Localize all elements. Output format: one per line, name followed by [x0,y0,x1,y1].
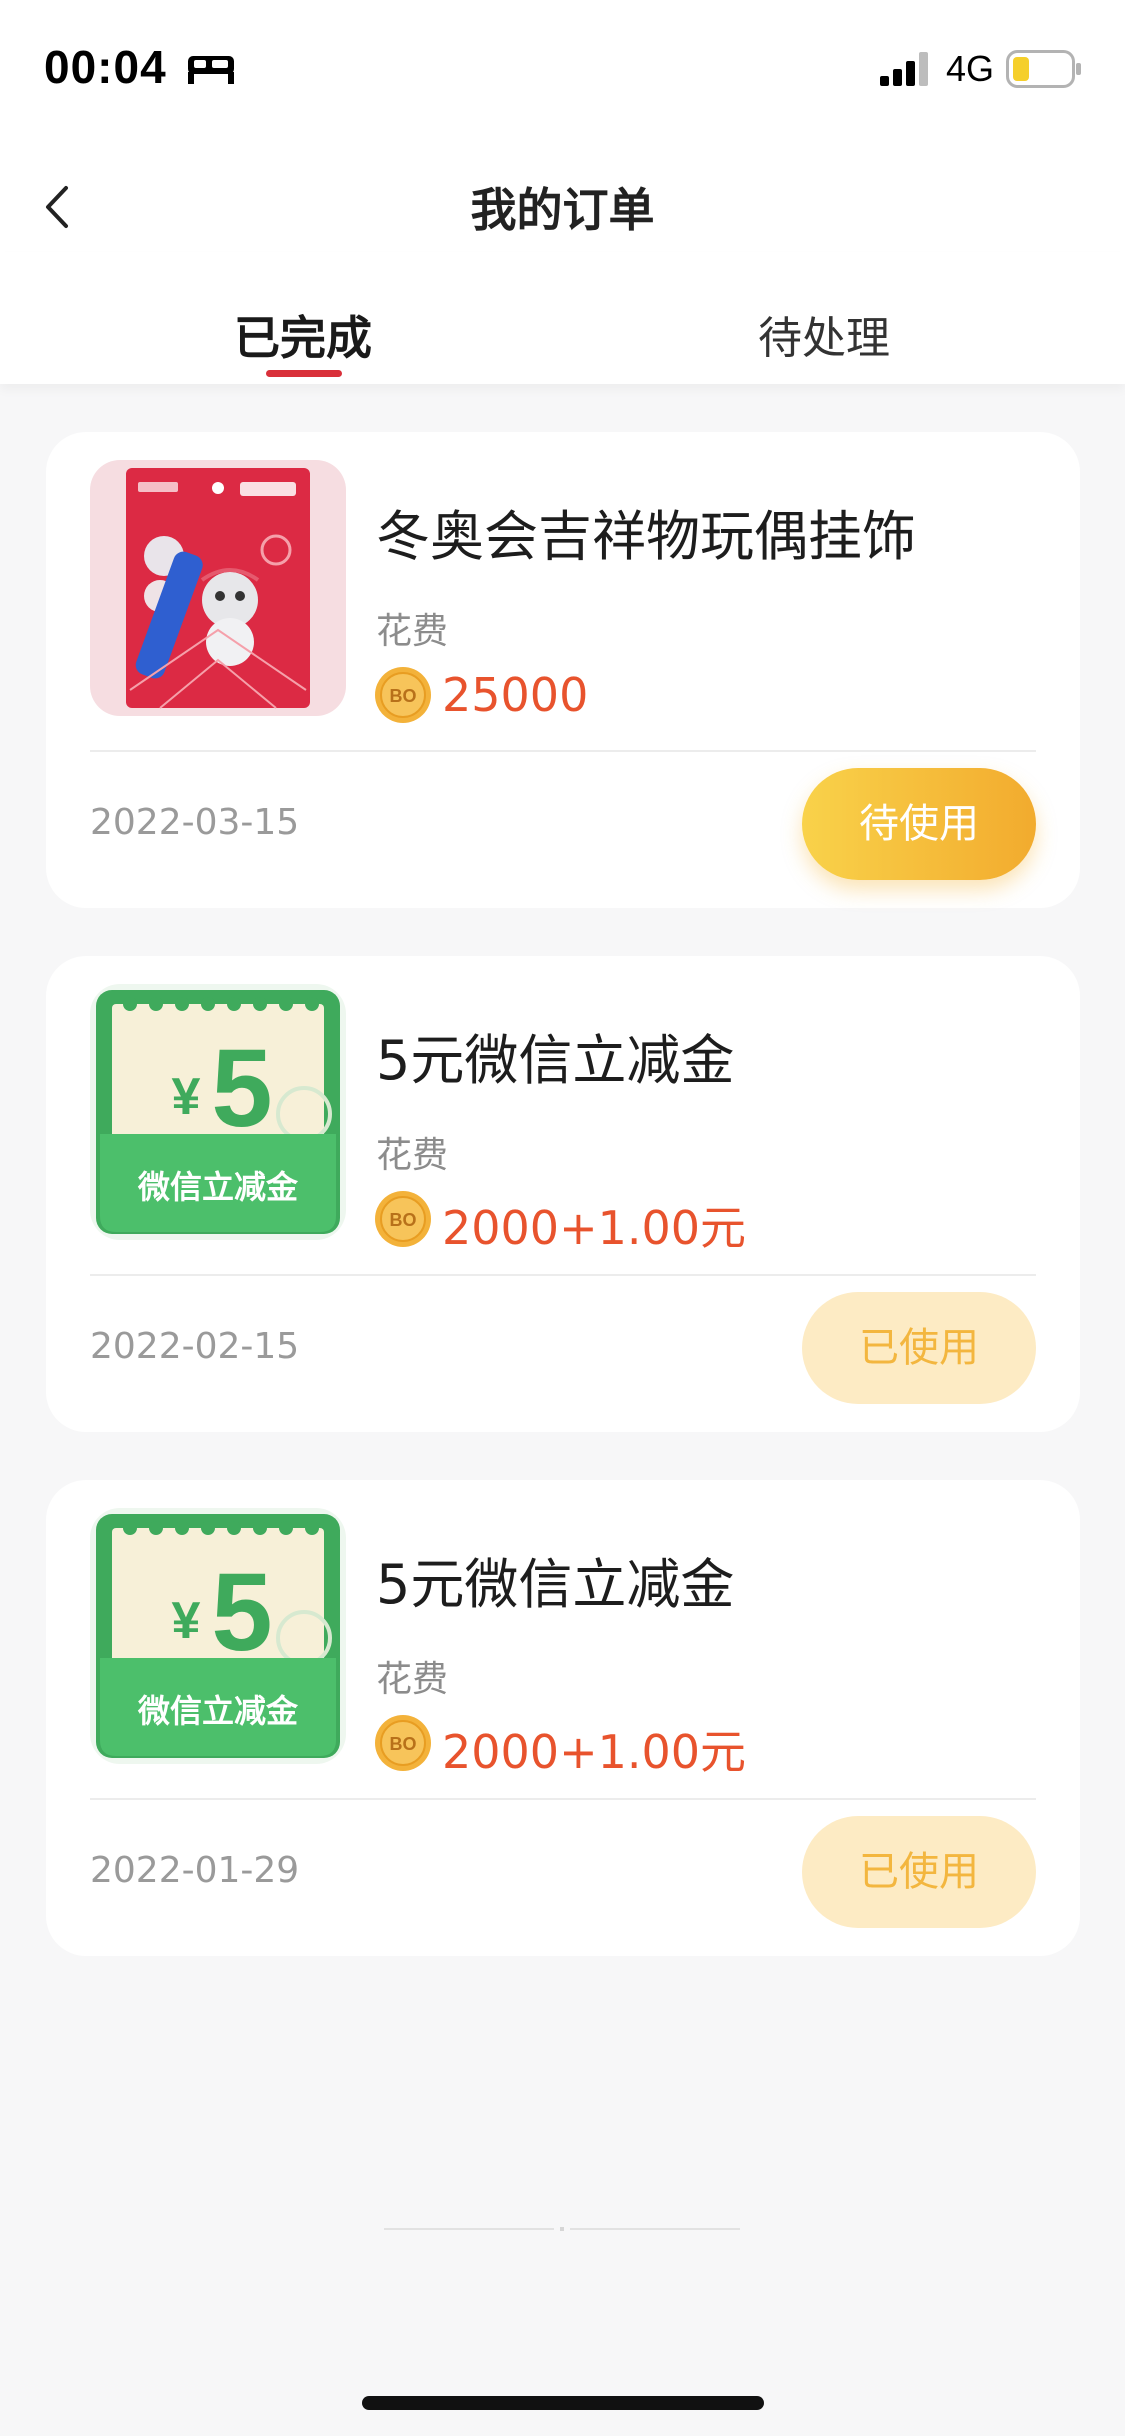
page-title: 我的订单 [470,183,655,237]
wechat-coupon-image: ¥ 5 微信立减金 [90,1508,346,1764]
product-name: 冬奥会吉祥物玩偶挂饰 [376,505,916,568]
coin-label: BO [390,686,417,706]
home-indicator[interactable] [362,2396,764,2410]
network-label: 4G [946,48,995,89]
coupon-caption: 微信立减金 [137,1168,299,1206]
order-date: 2022-01-29 [90,1850,300,1891]
coupon-amount: 5 [211,1027,272,1150]
cost-label: 花费 [376,1659,449,1700]
wechat-coupon-image: ¥ 5 微信立减金 [90,984,346,1240]
active-tab-indicator [266,370,342,377]
coupon-caption: 微信立减金 [137,1692,299,1730]
status-bar: 00:04 4G [0,0,1125,132]
battery-icon [1006,50,1081,88]
divider [90,750,1036,752]
coupon-amount: 5 [211,1551,272,1674]
order-date: 2022-03-15 [90,802,300,843]
order-date: 2022-02-15 [90,1326,300,1367]
order-list: 冬奥会吉祥物玩偶挂饰 花费 BO 25000 2022-03-15 待使用 ¥ [46,432,1080,2004]
bed-icon [188,56,234,84]
order-card[interactable]: 冬奥会吉祥物玩偶挂饰 花费 BO 25000 2022-03-15 待使用 [46,432,1080,908]
product-name: 5元微信立减金 [376,1029,735,1092]
cost-label: 花费 [376,1135,449,1176]
mascot-keychain-image [90,460,346,716]
tab-completed[interactable]: 已完成 [234,302,372,368]
order-card[interactable]: ¥ 5 微信立减金 5元微信立减金 花费 BO 2000+1.00元 2022-… [46,956,1080,1432]
coupon-currency: ¥ [172,1592,201,1650]
status-button-used[interactable]: 已使用 [802,1292,1036,1404]
price: 2000+1.00元 [442,1201,747,1255]
list-end-indicator [384,2227,740,2231]
coin-label: BO [390,1734,417,1754]
price: 25000 [442,668,589,722]
divider [90,1274,1036,1276]
price: 2000+1.00元 [442,1725,747,1779]
coin-icon: BO [375,1191,431,1247]
divider [90,1798,1036,1800]
tab-pending[interactable]: 待处理 [758,302,890,366]
nav-bar: 我的订单 [0,132,1125,252]
coin-icon: BO [375,667,431,723]
coin-label: BO [390,1210,417,1230]
coin-icon: BO [375,1715,431,1771]
status-button-pending[interactable]: 待使用 [802,768,1036,880]
status-button-used[interactable]: 已使用 [802,1816,1036,1928]
product-name: 5元微信立减金 [376,1553,735,1616]
cost-label: 花费 [376,611,449,652]
signal-icon [880,52,928,86]
order-card[interactable]: ¥ 5 微信立减金 5元微信立减金 花费 BO 2000+1.00元 2022-… [46,1480,1080,1956]
tab-bar: 已完成 待处理 [0,252,1125,384]
status-time: 00:04 [44,41,167,93]
coupon-currency: ¥ [172,1068,201,1126]
